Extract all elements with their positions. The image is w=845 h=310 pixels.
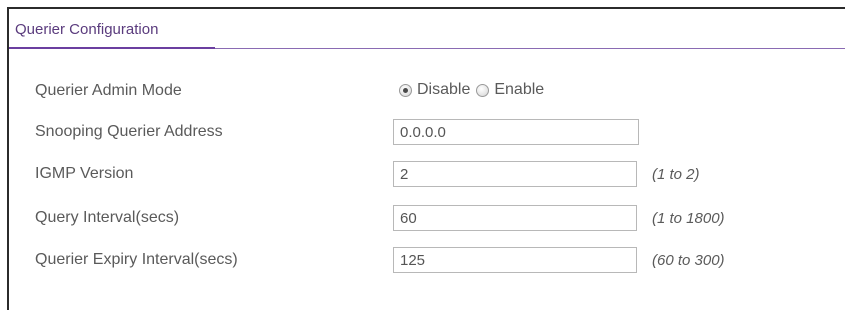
tab-active-underline [9,47,215,49]
expiry-interval-input[interactable] [393,247,637,273]
row-expiry-interval: Querier Expiry Interval(secs) (60 to 300… [9,245,845,275]
expiry-interval-range-hint: (60 to 300) [652,252,725,269]
enable-radio[interactable] [476,83,490,97]
query-interval-label: Query Interval(secs) [35,209,180,226]
querier-address-input[interactable] [393,119,639,145]
query-interval-input[interactable] [393,205,637,231]
igmp-version-label: IGMP Version [35,165,134,182]
row-query-interval: Query Interval(secs) (1 to 1800) [9,203,845,233]
expiry-interval-label: Querier Expiry Interval(secs) [35,251,238,268]
tab-querier-configuration[interactable]: Querier Configuration [15,21,158,38]
igmp-version-input[interactable] [393,161,637,187]
row-igmp-version: IGMP Version (1 to 2) [9,159,845,189]
row-admin-mode: Querier Admin Mode Disable Enable [9,76,845,106]
admin-mode-label: Querier Admin Mode [35,82,182,99]
igmp-version-range-hint: (1 to 2) [652,166,700,183]
querier-configuration-panel: Querier Configuration Querier Admin Mode… [7,7,845,310]
enable-radio-label[interactable]: Enable [494,81,544,99]
section-divider [215,48,845,49]
disable-radio-label[interactable]: Disable [417,81,470,99]
row-querier-address: Snooping Querier Address [9,117,845,147]
querier-address-label: Snooping Querier Address [35,123,223,140]
query-interval-range-hint: (1 to 1800) [652,210,725,227]
disable-radio[interactable] [399,83,412,97]
admin-mode-radio-group: Disable Enable [399,81,550,99]
